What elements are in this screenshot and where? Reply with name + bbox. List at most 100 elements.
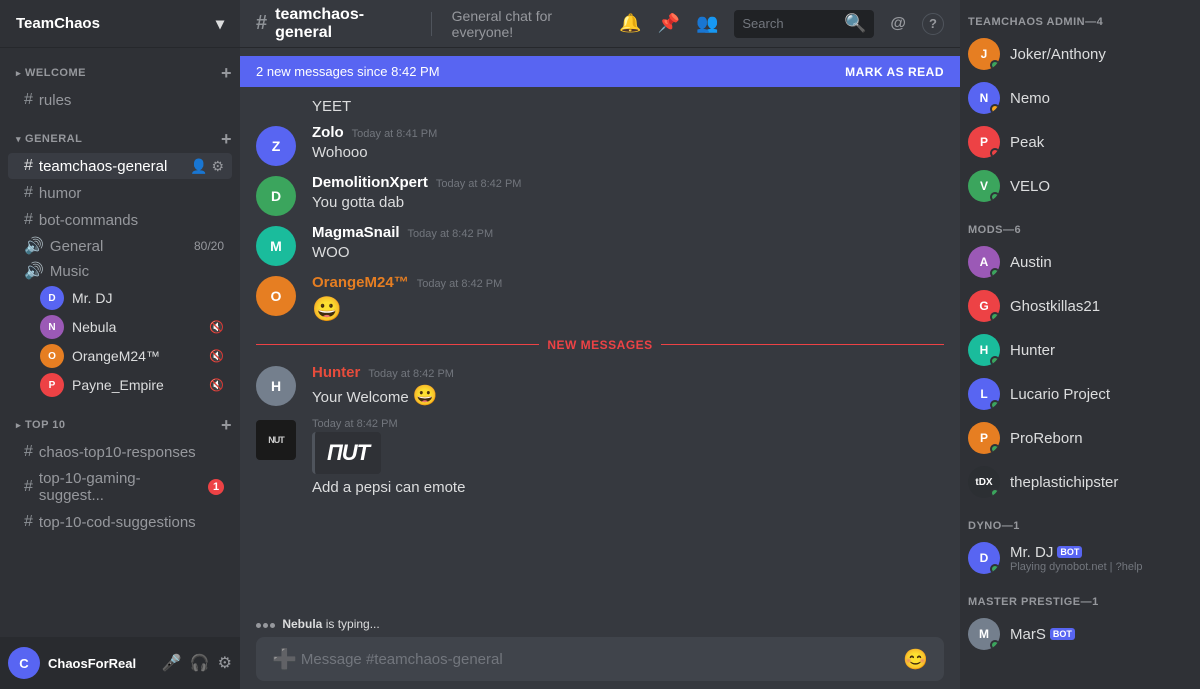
message-author: MagmaSnail bbox=[312, 224, 400, 241]
member-name-joker: Joker/Anthony bbox=[1010, 46, 1106, 63]
channel-bot-commands[interactable]: # bot-commands bbox=[8, 207, 232, 233]
message-timestamp: Today at 8:41 PM bbox=[352, 128, 438, 140]
member-info-mrdj: Mr. DJ BOT Playing dynobot.net | ?help bbox=[1010, 544, 1143, 573]
search-box[interactable]: 🔍 bbox=[734, 10, 874, 38]
add-channel-welcome-icon[interactable]: + bbox=[221, 64, 232, 82]
pin-icon[interactable]: 📌 bbox=[658, 13, 680, 34]
section-general: ▾ GENERAL + bbox=[0, 114, 240, 152]
message-content: OrangeM24™ Today at 8:42 PM 😀 bbox=[312, 274, 944, 326]
member-velo[interactable]: V VELO bbox=[960, 164, 1200, 208]
message-input-area: ➕ 😊 bbox=[240, 637, 960, 689]
add-channel-general-icon[interactable]: + bbox=[221, 130, 232, 148]
message-timestamp: Today at 8:42 PM bbox=[417, 278, 503, 290]
status-online-dot bbox=[990, 400, 1000, 410]
member-nemo[interactable]: N Nemo bbox=[960, 76, 1200, 120]
member-theplastichipster[interactable]: tDX theplastichipster bbox=[960, 460, 1200, 504]
section-welcome: ▸ WELCOME + bbox=[0, 48, 240, 86]
message-content: Zolo Today at 8:41 PM Wohooo bbox=[312, 124, 944, 166]
bot-badge-mrdj: BOT bbox=[1057, 546, 1082, 558]
channel-description: General chat for everyone! bbox=[452, 8, 607, 40]
voice-user-nebula[interactable]: N Nebula 🔇 bbox=[8, 313, 232, 341]
message-text: Your Welcome 😀 bbox=[312, 383, 944, 411]
member-joker[interactable]: J Joker/Anthony bbox=[960, 32, 1200, 76]
member-hunter[interactable]: H Hunter bbox=[960, 328, 1200, 372]
member-name-mrdj: Mr. DJ bbox=[1010, 544, 1053, 561]
mic-icon[interactable]: 🎤 bbox=[162, 653, 182, 673]
voice-icon: 🔊 bbox=[24, 236, 44, 256]
member-mars[interactable]: M MarS BOT bbox=[960, 612, 1200, 656]
mark-as-read-button[interactable]: MARK AS READ bbox=[845, 65, 944, 79]
members-icon[interactable]: 👥 bbox=[696, 13, 718, 34]
channel-chaos-top10[interactable]: # chaos-top10-responses bbox=[8, 439, 232, 465]
message-header: Hunter Today at 8:42 PM bbox=[312, 364, 944, 381]
messages-container: 2 new messages since 8:42 PM MARK AS REA… bbox=[240, 48, 960, 613]
nut-logo: ΠUT bbox=[327, 440, 369, 466]
notification-bell-icon[interactable]: 🔔 bbox=[619, 13, 641, 34]
member-proreborn[interactable]: P ProReborn bbox=[960, 416, 1200, 460]
status-online-dot bbox=[990, 268, 1000, 278]
voice-general[interactable]: 🔊 General 80/20 bbox=[8, 234, 232, 258]
main-chat: # teamchaos-general General chat for eve… bbox=[240, 0, 960, 689]
message-author: Zolo bbox=[312, 124, 344, 141]
channel-top10-cod[interactable]: # top-10-cod-suggestions bbox=[8, 509, 232, 535]
add-channel-top10-icon[interactable]: + bbox=[221, 416, 232, 434]
message-text: Add a pepsi can emote bbox=[312, 478, 944, 499]
message-avatar: Z bbox=[256, 126, 296, 166]
mention-at-icon[interactable]: @ bbox=[890, 15, 906, 33]
member-lucario[interactable]: L Lucario Project bbox=[960, 372, 1200, 416]
message-input[interactable] bbox=[301, 651, 899, 668]
member-avatar-lucario: L bbox=[968, 378, 1000, 410]
emoji-picker-icon[interactable]: 😊 bbox=[899, 647, 932, 672]
voice-avatar-payne: P bbox=[40, 373, 64, 397]
search-input[interactable] bbox=[742, 16, 844, 31]
channel-teamchaos-general[interactable]: # teamchaos-general 👤 ⚙ bbox=[8, 153, 232, 179]
message-text: Wohooo bbox=[312, 143, 944, 164]
channel-top10-gaming[interactable]: # top-10-gaming-suggest... 1 bbox=[8, 466, 232, 508]
message-timestamp: Today at 8:42 PM bbox=[368, 368, 454, 380]
voice-music-icon: 🔊 bbox=[24, 261, 44, 281]
member-ghostkillas[interactable]: G Ghostkillas21 bbox=[960, 284, 1200, 328]
channel-humor[interactable]: # humor bbox=[8, 180, 232, 206]
member-avatar-proreborn: P bbox=[968, 422, 1000, 454]
voice-user-orange[interactable]: O OrangeM24™ 🔇 bbox=[8, 342, 232, 370]
chat-header-actions: 🔔 📌 👥 🔍 @ ? bbox=[619, 10, 944, 38]
member-name-row-mars: MarS BOT bbox=[1010, 626, 1075, 643]
member-name-nemo: Nemo bbox=[1010, 90, 1050, 107]
voice-user-payne[interactable]: P Payne_Empire 🔇 bbox=[8, 371, 232, 399]
add-file-icon[interactable]: ➕ bbox=[268, 647, 301, 672]
status-dnd-dot bbox=[990, 148, 1000, 158]
channel-name-header: teamchaos-general bbox=[275, 6, 411, 42]
member-peak[interactable]: P Peak bbox=[960, 120, 1200, 164]
status-online-mars bbox=[990, 640, 1000, 650]
user-settings-icon[interactable]: ⚙ bbox=[218, 653, 232, 673]
help-icon[interactable]: ? bbox=[922, 13, 944, 35]
message-author: DemolitionXpert bbox=[312, 174, 428, 191]
member-austin[interactable]: A Austin bbox=[960, 240, 1200, 284]
hash-bot-icon: # bbox=[24, 211, 33, 229]
member-name-ghost: Ghostkillas21 bbox=[1010, 298, 1100, 315]
voice-user-mrdjh[interactable]: D Mr. DJ bbox=[8, 284, 232, 312]
message-group: D DemolitionXpert Today at 8:42 PM You g… bbox=[240, 170, 960, 220]
member-name-velo: VELO bbox=[1010, 178, 1050, 195]
message-content: Today at 8:42 PM ΠUT Add a pepsi can emo… bbox=[312, 418, 944, 499]
collapse-arrow-general-icon: ▾ bbox=[16, 134, 21, 145]
muted-orange-icon: 🔇 bbox=[209, 349, 224, 363]
channel-list: ▸ WELCOME + # rules ▾ GENERAL + # teamch… bbox=[0, 48, 240, 637]
add-members-icon[interactable]: 👤 bbox=[190, 158, 207, 175]
member-mrdj[interactable]: D Mr. DJ BOT Playing dynobot.net | ?help bbox=[960, 536, 1200, 580]
status-online-dot bbox=[990, 192, 1000, 202]
section-top10-label: ▸ TOP 10 bbox=[16, 419, 66, 431]
message-text: WOO bbox=[312, 243, 944, 264]
channel-title: # teamchaos-general bbox=[256, 6, 411, 42]
divider-line-left bbox=[256, 344, 539, 345]
member-avatar-plastic: tDX bbox=[968, 466, 1000, 498]
settings-icon[interactable]: ⚙ bbox=[211, 158, 224, 175]
message-timestamp: Today at 8:42 PM bbox=[436, 178, 522, 190]
voice-music[interactable]: 🔊 Music bbox=[8, 259, 232, 283]
channel-rules[interactable]: # rules bbox=[8, 87, 232, 113]
message-avatar: NUT bbox=[256, 420, 296, 460]
status-online-dot bbox=[990, 312, 1000, 322]
headset-icon[interactable]: 🎧 bbox=[190, 653, 210, 673]
server-header[interactable]: TeamChaos ▾ bbox=[0, 0, 240, 48]
message-header: OrangeM24™ Today at 8:42 PM bbox=[312, 274, 944, 291]
